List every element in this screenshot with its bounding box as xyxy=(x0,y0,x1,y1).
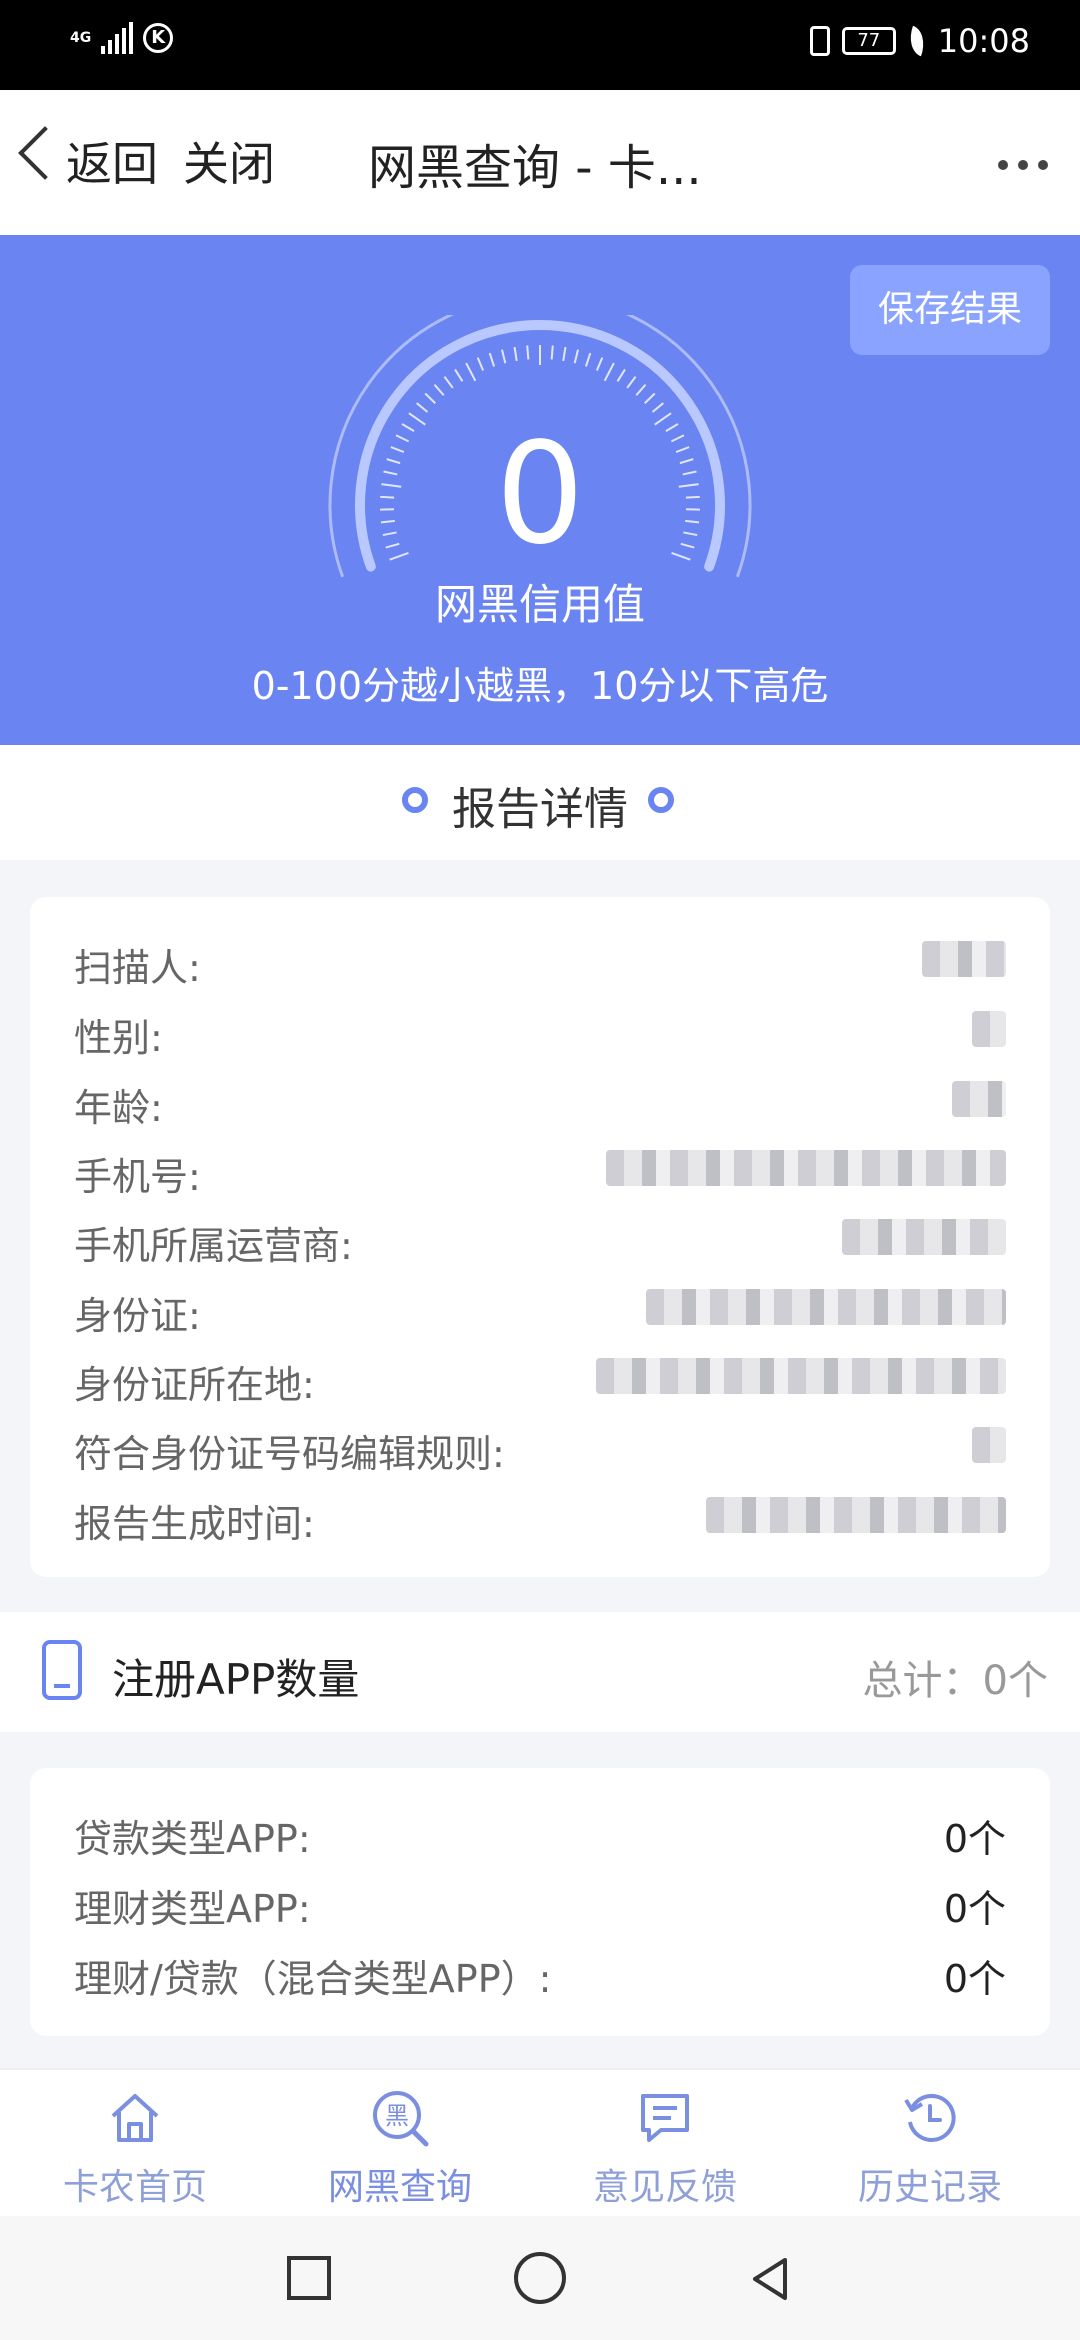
back-button[interactable]: 返回 xyxy=(66,128,158,194)
report-row-age: 年龄: xyxy=(74,1086,163,1130)
report-row-gender: 性别: xyxy=(74,1016,163,1060)
home-icon xyxy=(111,2094,159,2142)
nav-item-blacklist-search[interactable]: 黑 网黑查询 xyxy=(265,2070,535,2218)
gauge-tick xyxy=(500,349,507,364)
redacted-value xyxy=(706,1497,1006,1533)
app-row-finance-value: 0个 xyxy=(943,1887,1006,1931)
gauge-tick xyxy=(416,402,429,413)
report-row-id-location: 身份证所在地: xyxy=(74,1363,315,1407)
vibrate-icon xyxy=(809,26,830,56)
redacted-value xyxy=(972,1011,1006,1047)
eco-leaf-icon xyxy=(903,25,930,57)
credit-score-hint: 0-100分越小越黑，10分以下高危 xyxy=(251,664,829,708)
gauge-tick xyxy=(635,384,647,396)
feedback-icon xyxy=(641,2094,689,2142)
history-icon xyxy=(904,2093,956,2142)
gauge-tick xyxy=(573,349,580,364)
score-hero: 保存结果 0 网黑信用值 0-100分越小越黑，10分以下高危 xyxy=(0,235,1080,745)
report-row-id: 身份证: xyxy=(74,1294,201,1338)
save-result-button[interactable]: 保存结果 xyxy=(850,265,1050,355)
redacted-value xyxy=(646,1289,1006,1325)
nav-item-history[interactable]: 历史记录 xyxy=(795,2070,1065,2218)
app-row-loan-value: 0个 xyxy=(943,1817,1006,1861)
redacted-value xyxy=(842,1219,1006,1255)
redacted-value xyxy=(922,941,1006,977)
credit-score-value: 0 xyxy=(495,413,585,576)
gauge-tick xyxy=(408,412,426,426)
nav-label-feedback: 意见反馈 xyxy=(592,2167,737,2208)
system-navigation-bar xyxy=(0,2216,1080,2340)
recent-apps-icon[interactable] xyxy=(287,2256,331,2300)
gauge-tick xyxy=(651,402,664,413)
signal-icon xyxy=(101,22,134,54)
gauge-tick xyxy=(584,352,592,367)
blacklist-search-icon: 黑 xyxy=(373,2091,429,2147)
app-row-mixed-label: 理财/贷款（混合类型APP）: xyxy=(74,1957,552,2001)
gauge-tick xyxy=(443,376,454,389)
gauge-tick xyxy=(454,368,464,382)
gauge-tick xyxy=(616,368,626,382)
nav-label-history: 历史记录 xyxy=(857,2167,1002,2208)
phone-icon xyxy=(42,1640,82,1700)
app-row-mixed-value: 0个 xyxy=(943,1957,1006,2001)
bottom-navigation: 卡农首页 黑 网黑查询 意见反馈 历史记录 xyxy=(0,2068,1080,2218)
gauge-tick xyxy=(595,357,604,371)
nav-item-feedback[interactable]: 意见反馈 xyxy=(530,2070,800,2218)
gauge-tick xyxy=(550,345,554,360)
ring-right-icon xyxy=(648,787,674,813)
report-row-id-valid: 符合身份证号码编辑规则: xyxy=(74,1432,505,1476)
status-right: 77 10:08 xyxy=(809,22,1030,60)
home-circle-icon[interactable] xyxy=(514,2252,566,2304)
status-left: 4G K xyxy=(70,22,174,54)
gauge-tick xyxy=(644,392,656,404)
gauge-tick xyxy=(626,376,637,389)
gauge-tick xyxy=(513,346,518,362)
gauge-tick xyxy=(562,346,567,362)
report-detail-card: 扫描人: 性别: 年龄: 手机号: 手机所属运营商: 身份证: 身份证所在地: … xyxy=(30,897,1050,1577)
nav-label-home: 卡农首页 xyxy=(62,2167,207,2208)
gauge-tick xyxy=(465,362,477,382)
app-header: 返回 关闭 网黑查询 - 卡... xyxy=(0,90,1080,235)
redacted-value xyxy=(952,1081,1006,1117)
app-count-title: 注册APP数量 xyxy=(112,1655,360,1704)
gauge-tick xyxy=(603,362,615,382)
close-button[interactable]: 关闭 xyxy=(183,128,275,194)
app-count-total: 总计：0个 xyxy=(862,1658,1048,1704)
back-triangle-icon[interactable] xyxy=(745,2254,795,2304)
network-type: 4G xyxy=(70,30,92,46)
report-row-scanner: 扫描人: xyxy=(74,946,201,990)
gauge-tick xyxy=(488,352,496,367)
page-title: 网黑查询 - 卡... xyxy=(368,140,702,196)
carrier-badge-icon: K xyxy=(143,23,174,53)
report-row-phone: 手机号: xyxy=(74,1155,201,1199)
redacted-value xyxy=(596,1358,1006,1394)
nav-label-blacklist-search: 网黑查询 xyxy=(327,2167,472,2208)
report-row-carrier: 手机所属运营商: xyxy=(74,1224,353,1268)
app-row-loan-label: 贷款类型APP: xyxy=(74,1817,311,1861)
gauge-tick xyxy=(654,412,672,426)
nav-item-home[interactable]: 卡农首页 xyxy=(0,2070,270,2218)
gauge-tick xyxy=(476,357,485,371)
app-count-section-header: 注册APP数量 总计：0个 xyxy=(0,1612,1080,1732)
clock: 10:08 xyxy=(937,22,1030,60)
app-row-finance-label: 理财类型APP: xyxy=(74,1887,311,1931)
status-bar: 4G K 77 10:08 xyxy=(0,0,1080,90)
gauge-tick xyxy=(424,392,436,404)
gauge-tick xyxy=(433,384,445,396)
report-title: 报告详情 xyxy=(452,784,628,835)
blacklist-glyph: 黑 xyxy=(385,2102,409,2130)
app-count-card: 贷款类型APP: 0个 理财类型APP: 0个 理财/贷款（混合类型APP）: … xyxy=(30,1768,1050,2036)
report-row-report-time: 报告生成时间: xyxy=(74,1502,315,1546)
report-section-header: 报告详情 xyxy=(0,745,1080,860)
back-chevron-icon[interactable] xyxy=(18,126,72,180)
redacted-value xyxy=(606,1150,1006,1186)
battery-icon: 77 xyxy=(841,27,896,55)
more-dots-icon[interactable] xyxy=(998,160,1048,170)
credit-score-label: 网黑信用值 xyxy=(434,580,645,629)
gauge-tick xyxy=(526,345,530,360)
redacted-value xyxy=(972,1427,1006,1463)
